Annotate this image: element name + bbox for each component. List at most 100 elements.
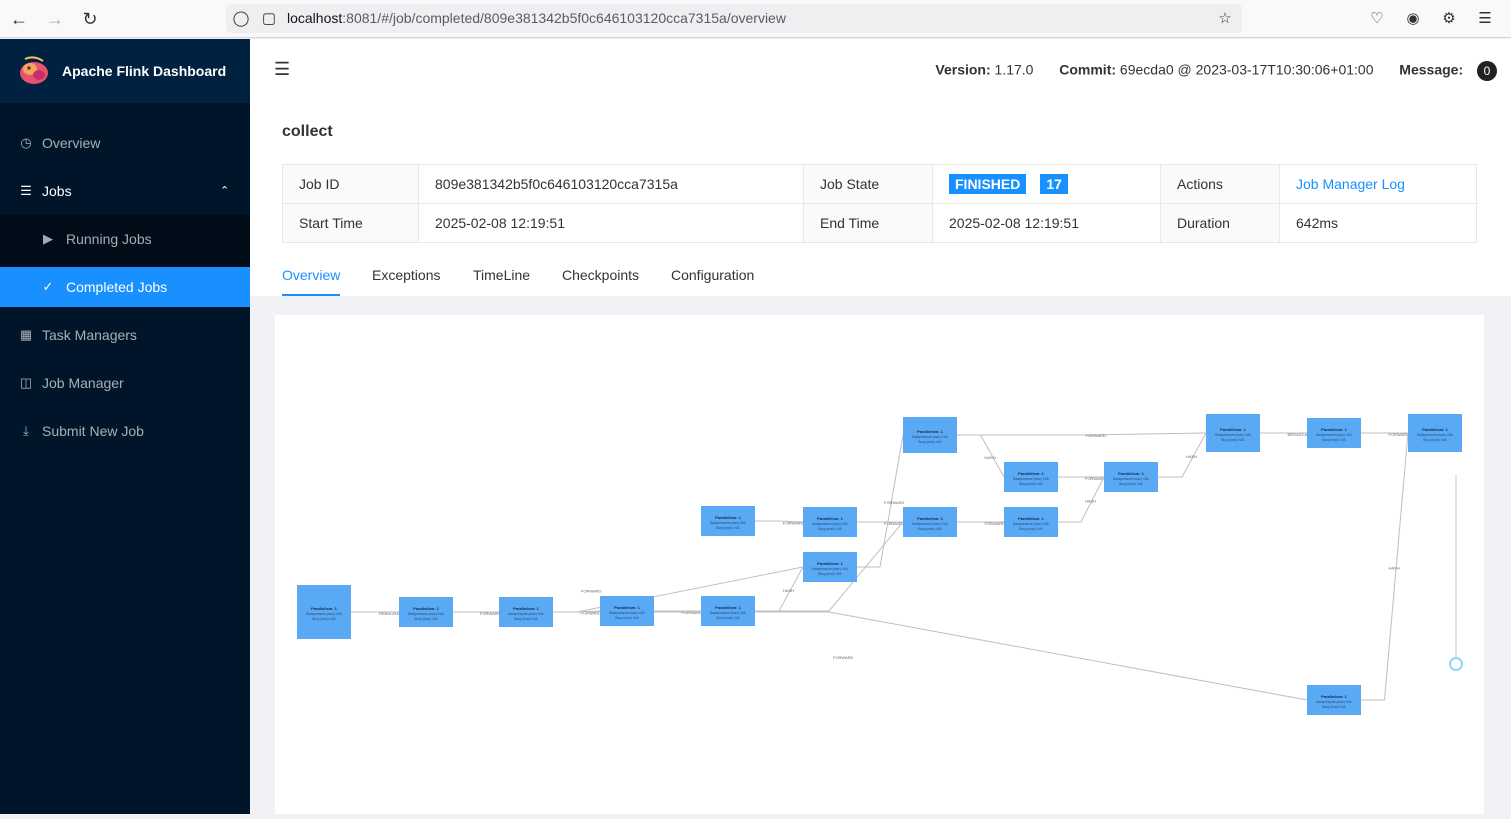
graph-node-text: Backpressure (max): N/A — [912, 435, 948, 439]
back-icon[interactable]: ← — [8, 8, 30, 30]
pocket-icon[interactable]: ♡ — [1367, 9, 1387, 29]
graph-edge-label: HASH — [1085, 499, 1096, 504]
graph-edge-label: FORWARD — [884, 500, 905, 505]
url-text[interactable]: localhost:8081/#/job/completed/809e38134… — [287, 10, 786, 26]
job-tabs: Overview Exceptions TimeLine Checkpoints… — [282, 263, 1477, 297]
graph-edge-label: FORWARD — [581, 589, 602, 594]
job-state-value: FINISHED 17 — [932, 164, 1161, 204]
sidebar-item-task-managers[interactable]: ▦ Task Managers — [0, 315, 250, 355]
tab-timeline[interactable]: TimeLine — [473, 267, 530, 283]
graph-edge-label: FORWARD — [1086, 433, 1107, 438]
sidebar-item-label: Overview — [42, 135, 101, 151]
graph-node-text: Backpressure (max): N/A — [812, 567, 848, 571]
graph-node-text: Busy (max): N/A — [716, 616, 740, 620]
main-content: collect Job ID 809e381342b5f0c646103120c… — [250, 103, 1511, 814]
graph-node-text: Backpressure (max): N/A — [912, 522, 948, 526]
graph-edge — [755, 566, 804, 612]
zoom-slider-track[interactable] — [1455, 475, 1457, 661]
graph-edge — [1058, 476, 1105, 523]
graph-node-text: Busy (max): N/A — [1322, 438, 1346, 442]
job-id-value: 809e381342b5f0c646103120cca7315a — [418, 164, 804, 204]
extensions-icon[interactable]: ⚙ — [1439, 9, 1459, 29]
sidebar-item-label: Jobs — [42, 183, 72, 199]
graph-edge — [957, 432, 1207, 436]
graph-node-text: Busy (max): N/A — [818, 572, 842, 576]
graph-node-text: Busy (max): N/A — [1221, 438, 1245, 442]
graph-node-text: Busy (max): N/A — [1423, 438, 1447, 442]
graph-edge-label: FORWARD — [1389, 432, 1410, 437]
graph-node-text: Parallelism: 1 — [413, 606, 440, 611]
graph-node-text: Parallelism: 1 — [1018, 516, 1045, 521]
graph-node-text: Parallelism: 1 — [513, 606, 540, 611]
graph-node-text: Parallelism: 1 — [917, 516, 944, 521]
play-circle-icon: ▶ — [43, 231, 53, 246]
job-manager-log-link[interactable]: Job Manager Log — [1296, 176, 1405, 192]
end-time-value: 2025-02-08 12:19:51 — [932, 203, 1161, 243]
graph-edge-label: HASH — [1389, 566, 1400, 571]
graph-node-text: Backpressure (max): N/A — [710, 521, 746, 525]
tab-configuration[interactable]: Configuration — [671, 267, 754, 283]
menu-fold-icon[interactable]: ☰ — [274, 59, 294, 79]
graph-node-text: Backpressure (max): N/A — [1013, 477, 1049, 481]
bookmark-star-icon[interactable]: ☆ — [1215, 9, 1235, 29]
job-id-label: Job ID — [282, 164, 419, 204]
sidebar-item-completed-jobs[interactable]: ✓ Completed Jobs — [0, 267, 250, 307]
forward-icon[interactable]: → — [44, 8, 66, 30]
graph-node-text: Backpressure (max): N/A — [1215, 433, 1251, 437]
job-graph-canvas[interactable]: REBALANCE FORWARD FORWARD FORWARD FORWARD HAS… — [275, 315, 1484, 814]
sidebar-item-submit-new-job[interactable]: ⤓ Submit New Job — [0, 411, 250, 451]
graph-node-text: Busy (max): N/A — [716, 526, 740, 530]
graph-node-text: Backpressure (max): N/A — [1316, 433, 1352, 437]
menu-icon[interactable]: ☰ — [1475, 9, 1495, 29]
chevron-up-icon: ⌃ — [220, 185, 230, 197]
check-circle-icon: ✓ — [42, 279, 54, 294]
graph-edge — [351, 611, 1308, 701]
graph-node-text: Backpressure (max): N/A — [1113, 477, 1149, 481]
sidebar-item-overview[interactable]: ◷ Overview — [0, 123, 250, 163]
graph-node-text: Backpressure (max): N/A — [408, 612, 444, 616]
browser-toolbar: ← → ↻ ◯ ▢ localhost:8081/#/job/completed… — [0, 0, 1511, 38]
zoom-slider-handle[interactable] — [1449, 657, 1463, 671]
dashboard-icon: ◷ — [20, 135, 32, 150]
account-icon[interactable]: ◉ — [1403, 9, 1423, 29]
sidebar-item-label: Task Managers — [42, 327, 137, 343]
job-state-label: Job State — [803, 164, 933, 204]
end-time-label: End Time — [803, 203, 933, 243]
graph-node-text: Parallelism: 1 — [1321, 694, 1348, 699]
shield-icon[interactable]: ◯ — [231, 9, 251, 29]
tab-overview[interactable]: Overview — [282, 267, 340, 283]
sidebar-item-job-manager[interactable]: ◫ Job Manager — [0, 363, 250, 403]
job-title: collect — [282, 123, 333, 140]
sidebar: Apache Flink Dashboard ◷ Overview ☰ Jobs… — [0, 39, 250, 814]
version-value: 1.17.0 — [994, 61, 1034, 78]
message-badge[interactable]: 0 — [1477, 61, 1497, 81]
job-graph-svg[interactable]: REBALANCE FORWARD FORWARD FORWARDFORWARD HAS… — [275, 315, 1484, 814]
reload-icon[interactable]: ↻ — [79, 8, 101, 30]
graph-node-text: Backpressure (max): N/A — [306, 612, 342, 616]
graph-node-text: Busy (max): N/A — [414, 617, 438, 621]
sidebar-item-label: Running Jobs — [66, 231, 152, 247]
sidebar-item-jobs[interactable]: ☰ Jobs ⌃ — [0, 171, 250, 211]
tab-checkpoints[interactable]: Checkpoints — [562, 267, 639, 283]
build-icon: ◫ — [19, 375, 33, 390]
version-label: Version: — [935, 61, 991, 78]
graph-node-text: Busy (max): N/A — [1322, 705, 1346, 709]
tab-exceptions[interactable]: Exceptions — [372, 267, 440, 283]
url-host: localhost — [287, 10, 343, 26]
graph-node-text: Backpressure (max): N/A — [508, 612, 544, 616]
sidebar-item-running-jobs[interactable]: ▶ Running Jobs — [0, 219, 250, 259]
graph-edge-label: FORWARD — [581, 611, 602, 616]
graph-edge-label: FORWARD — [783, 521, 804, 526]
logo-row[interactable]: Apache Flink Dashboard — [0, 39, 250, 103]
graph-node-text: Parallelism: 1 — [917, 429, 944, 434]
graph-edge-label: HASH — [783, 588, 794, 593]
graph-node-text: Parallelism: 1 — [1118, 471, 1145, 476]
graph-node-text: Parallelism: 1 — [715, 605, 742, 610]
status-badge: FINISHED — [949, 174, 1027, 194]
brand-title: Apache Flink Dashboard — [62, 63, 227, 79]
graph-node-text: Parallelism: 1 — [1220, 427, 1247, 432]
graph-edge-label: HASH — [985, 455, 996, 460]
graph-edge-label: FORWARD — [985, 521, 1006, 526]
actions-value: Job Manager Log — [1279, 164, 1477, 204]
graph-node-text: Parallelism: 1 — [715, 515, 742, 520]
